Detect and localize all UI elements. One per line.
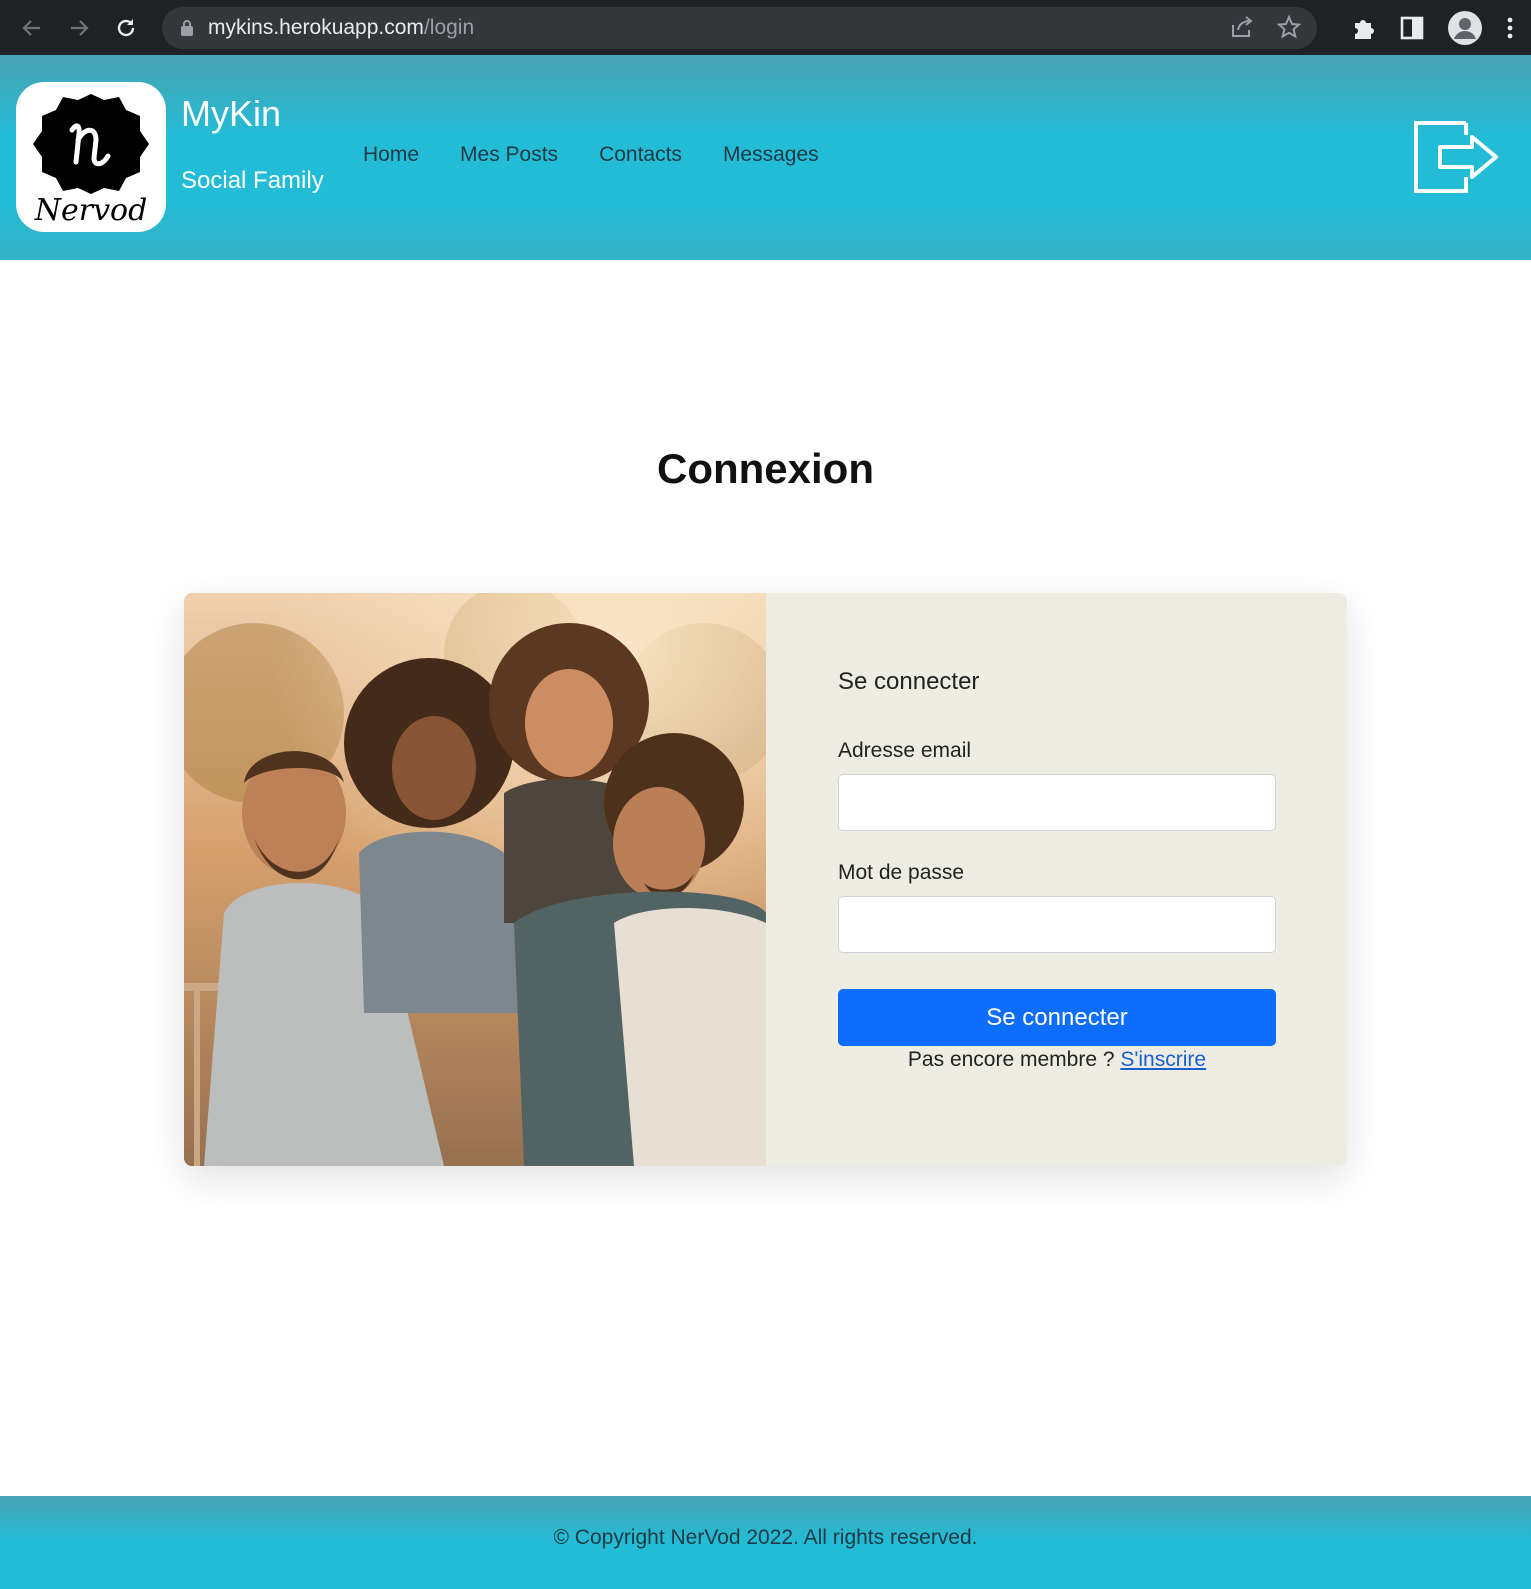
reload-button[interactable]	[111, 13, 141, 43]
password-label: Mot de passe	[838, 861, 965, 884]
star-icon[interactable]	[1277, 15, 1301, 39]
kebab-menu-icon[interactable]	[1505, 15, 1515, 41]
nav-mes-posts[interactable]: Mes Posts	[460, 143, 558, 167]
login-button[interactable]: Se connecter	[838, 989, 1276, 1046]
arrow-right-icon	[71, 19, 89, 36]
copyright-text: © Copyright NerVod 2022. All rights rese…	[553, 1525, 978, 1549]
forward-button[interactable]	[64, 13, 94, 43]
side-panel-icon[interactable]	[1399, 15, 1425, 41]
logout-icon	[1414, 121, 1498, 193]
email-label: Adresse email	[838, 739, 972, 762]
signup-link[interactable]: S'inscrire	[1120, 1048, 1206, 1071]
nervod-logo-icon: Nervod	[33, 94, 149, 228]
brand-title[interactable]: MyKin	[181, 93, 281, 135]
login-card: Se connecter Adresse email Mot de passe …	[184, 593, 1347, 1166]
nav-messages[interactable]: Messages	[723, 143, 819, 167]
email-field[interactable]	[838, 774, 1276, 831]
arrow-left-icon	[22, 19, 40, 36]
group-of-friends-image	[184, 593, 766, 1166]
puzzle-icon[interactable]	[1351, 15, 1377, 41]
back-button[interactable]	[17, 13, 47, 43]
signup-prompt: Pas encore membre ? S'inscrire	[838, 1048, 1276, 1072]
site-header: Nervod MyKin Social Family Home Mes Post…	[0, 55, 1531, 260]
logout-button[interactable]	[1410, 117, 1502, 199]
address-bar[interactable]: mykins.herokuapp.com/login	[162, 7, 1317, 49]
browser-toolbar: mykins.herokuapp.com/login	[0, 0, 1531, 55]
logo-wordmark: Nervod	[34, 193, 148, 228]
page-title: Connexion	[657, 445, 874, 492]
url-path: /login	[423, 16, 475, 39]
logo[interactable]: Nervod	[16, 82, 166, 232]
password-field[interactable]	[838, 896, 1276, 953]
share-icon[interactable]	[1229, 15, 1255, 39]
nav-contacts[interactable]: Contacts	[599, 143, 682, 167]
signup-prompt-text: Pas encore membre ?	[907, 1048, 1121, 1071]
url-host: mykins.herokuapp.com	[208, 16, 424, 39]
reload-icon	[117, 18, 135, 36]
friends-photo	[184, 593, 766, 1166]
form-heading: Se connecter	[838, 668, 980, 695]
nav-home[interactable]: Home	[363, 143, 419, 167]
brand-subtitle: Social Family	[181, 167, 324, 194]
site-footer: © Copyright NerVod 2022. All rights rese…	[0, 1496, 1531, 1589]
avatar-icon[interactable]	[1447, 10, 1483, 46]
lock-icon	[181, 20, 193, 36]
main-nav: Home Mes Posts Contacts Messages	[363, 143, 819, 167]
